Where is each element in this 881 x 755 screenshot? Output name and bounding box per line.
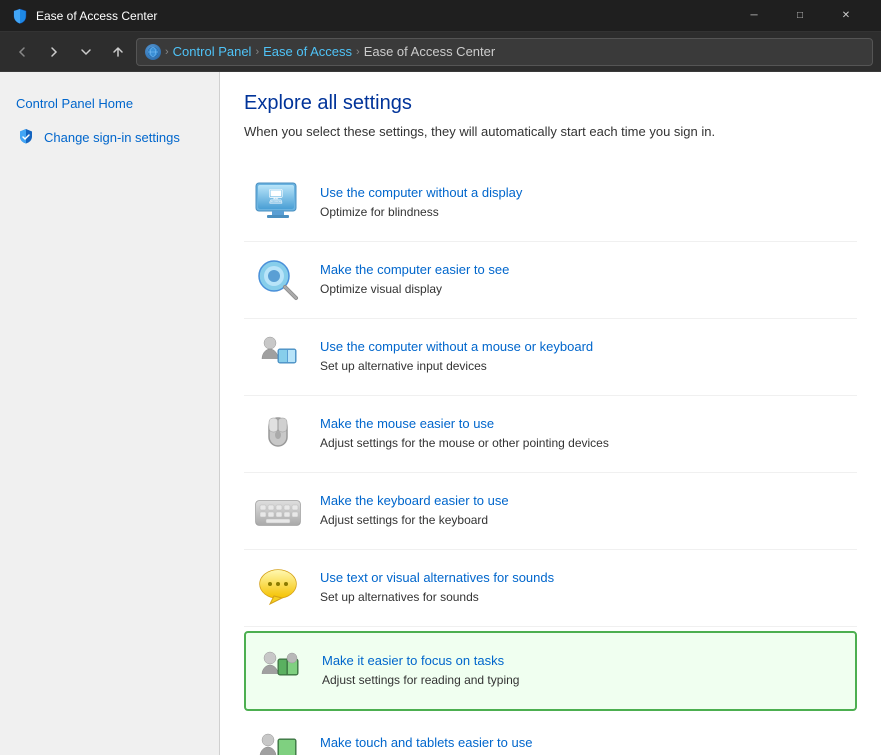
forward-button[interactable] [40,38,68,66]
up-button[interactable] [104,38,132,66]
title-bar-controls: ─ □ ✕ [731,0,869,32]
setting-desc-focus-tasks: Adjust settings for reading and typing [322,673,519,687]
setting-icon-no-mouse-keyboard [252,331,304,383]
setting-text-touch-tablets: Make touch and tablets easier to use Adj… [320,735,849,755]
path-ease-of-access-center: Ease of Access Center [364,44,496,59]
setting-icon-touch-tablets [252,727,304,755]
setting-link-easier-mouse[interactable]: Make the mouse easier to use [320,416,849,431]
section-title: Explore all settings [244,92,857,115]
setting-icon-easier-mouse [252,408,304,460]
path-ease-of-access[interactable]: Ease of Access [263,44,352,59]
recent-pages-button[interactable] [72,38,100,66]
setting-desc-no-mouse-keyboard: Set up alternative input devices [320,359,487,373]
setting-link-focus-tasks[interactable]: Make it easier to focus on tasks [322,653,847,668]
close-button[interactable]: ✕ [823,0,869,32]
shield-icon [16,127,36,147]
title-bar: Ease of Access Center ─ □ ✕ [0,0,881,32]
setting-item-visual-sounds[interactable]: Use text or visual alternatives for soun… [244,550,857,627]
setting-item-no-display[interactable]: 🖥 Use the computer without a display Opt… [244,165,857,242]
watermark: wsxdn.com [806,713,861,725]
address-path[interactable]: › Control Panel › Ease of Access › Ease … [136,38,873,66]
setting-text-focus-tasks: Make it easier to focus on tasks Adjust … [322,653,847,689]
setting-text-no-display: Use the computer without a display Optim… [320,185,849,221]
path-globe-icon [145,44,161,60]
setting-desc-easier-mouse: Adjust settings for the mouse or other p… [320,436,609,450]
setting-text-no-mouse-keyboard: Use the computer without a mouse or keyb… [320,339,849,375]
setting-desc-visual-sounds: Set up alternatives for sounds [320,590,479,604]
setting-text-visual-sounds: Use text or visual alternatives for soun… [320,570,849,606]
setting-item-easier-mouse[interactable]: Make the mouse easier to use Adjust sett… [244,396,857,473]
setting-item-touch-tablets[interactable]: Make touch and tablets easier to use Adj… [244,715,857,755]
sidebar-label-change-signin: Change sign-in settings [44,130,180,145]
setting-item-easier-to-see[interactable]: Make the computer easier to see Optimize… [244,242,857,319]
setting-item-no-mouse-keyboard[interactable]: Use the computer without a mouse or keyb… [244,319,857,396]
setting-link-easier-to-see[interactable]: Make the computer easier to see [320,262,849,277]
setting-link-touch-tablets[interactable]: Make touch and tablets easier to use [320,735,849,750]
setting-item-easier-keyboard[interactable]: Make the keyboard easier to use Adjust s… [244,473,857,550]
path-sep-1: › [165,46,169,58]
setting-icon-no-display: 🖥 [252,177,304,229]
setting-icon-visual-sounds [252,562,304,614]
setting-link-easier-keyboard[interactable]: Make the keyboard easier to use [320,493,849,508]
setting-icon-focus-tasks [254,645,306,697]
setting-icon-easier-keyboard [252,485,304,537]
maximize-button[interactable]: □ [777,0,823,32]
sidebar: Control Panel Home Change sign-in settin… [0,72,220,755]
sidebar-item-change-signin[interactable]: Change sign-in settings [0,119,219,155]
setting-text-easier-mouse: Make the mouse easier to use Adjust sett… [320,416,849,452]
sidebar-item-control-panel-home[interactable]: Control Panel Home [0,88,219,119]
setting-text-easier-to-see: Make the computer easier to see Optimize… [320,262,849,298]
setting-desc-easier-keyboard: Adjust settings for the keyboard [320,513,488,527]
setting-icon-easier-to-see [252,254,304,306]
section-subtitle: When you select these settings, they wil… [244,123,857,141]
minimize-button[interactable]: ─ [731,0,777,32]
path-control-panel[interactable]: Control Panel [173,44,252,59]
setting-text-easier-keyboard: Make the keyboard easier to use Adjust s… [320,493,849,529]
svg-text:🖥: 🖥 [267,188,285,204]
title-bar-icon [12,8,28,24]
sidebar-label-control-panel-home: Control Panel Home [16,96,133,111]
path-sep-3: › [356,46,360,58]
setting-item-focus-tasks[interactable]: Make it easier to focus on tasks Adjust … [244,631,857,711]
setting-desc-easier-to-see: Optimize visual display [320,282,442,296]
setting-link-no-mouse-keyboard[interactable]: Use the computer without a mouse or keyb… [320,339,849,354]
settings-list: 🖥 Use the computer without a display Opt… [244,165,857,755]
path-sep-2: › [255,46,259,58]
setting-link-visual-sounds[interactable]: Use text or visual alternatives for soun… [320,570,849,585]
address-bar: › Control Panel › Ease of Access › Ease … [0,32,881,72]
setting-link-no-display[interactable]: Use the computer without a display [320,185,849,200]
setting-desc-no-display: Optimize for blindness [320,205,439,219]
main-window: Control Panel Home Change sign-in settin… [0,72,881,755]
content-area: Explore all settings When you select the… [220,72,881,755]
title-bar-title: Ease of Access Center [36,9,731,23]
back-button[interactable] [8,38,36,66]
